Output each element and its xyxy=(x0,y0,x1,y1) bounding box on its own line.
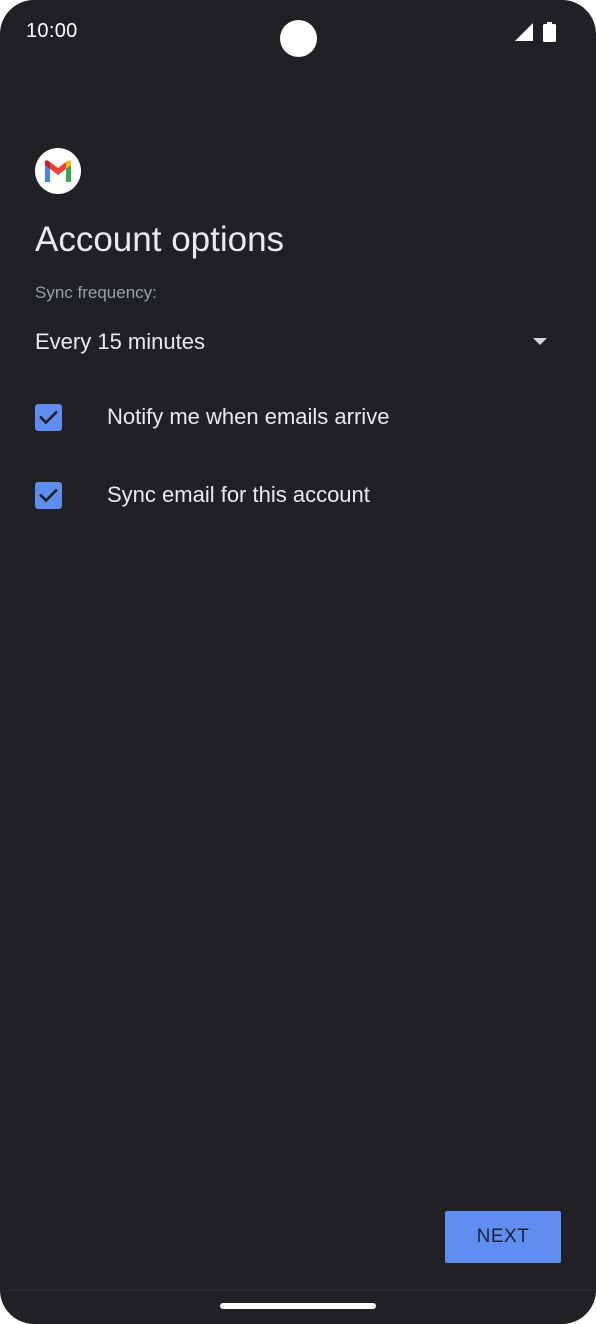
next-button[interactable]: NEXT xyxy=(445,1211,561,1263)
dropdown-arrow-icon xyxy=(533,338,547,345)
battery-icon xyxy=(543,22,556,42)
notify-emails-option[interactable]: Notify me when emails arrive xyxy=(35,392,555,442)
phone-screen: 10:00 Account options Sync frequency: Ev… xyxy=(0,0,596,1324)
status-time: 10:00 xyxy=(26,20,78,42)
nav-divider xyxy=(0,1290,596,1291)
page-title: Account options xyxy=(35,220,285,259)
sync-email-option[interactable]: Sync email for this account xyxy=(35,470,555,520)
sync-checkbox[interactable] xyxy=(35,481,62,509)
front-camera xyxy=(280,20,317,57)
notify-checkbox[interactable] xyxy=(35,403,62,431)
sync-frequency-dropdown[interactable]: Every 15 minutes xyxy=(35,320,555,364)
home-indicator[interactable] xyxy=(220,1303,376,1309)
status-bar: 10:00 xyxy=(0,0,596,66)
notify-label: Notify me when emails arrive xyxy=(107,404,390,429)
checkmark-icon xyxy=(39,488,58,502)
checkmark-icon xyxy=(39,410,58,424)
gmail-logo xyxy=(35,148,81,194)
sync-frequency-label: Sync frequency: xyxy=(35,283,157,302)
sync-label: Sync email for this account xyxy=(107,482,370,507)
signal-icon xyxy=(515,23,533,41)
sync-frequency-value: Every 15 minutes xyxy=(35,329,205,354)
gmail-icon xyxy=(45,160,71,182)
